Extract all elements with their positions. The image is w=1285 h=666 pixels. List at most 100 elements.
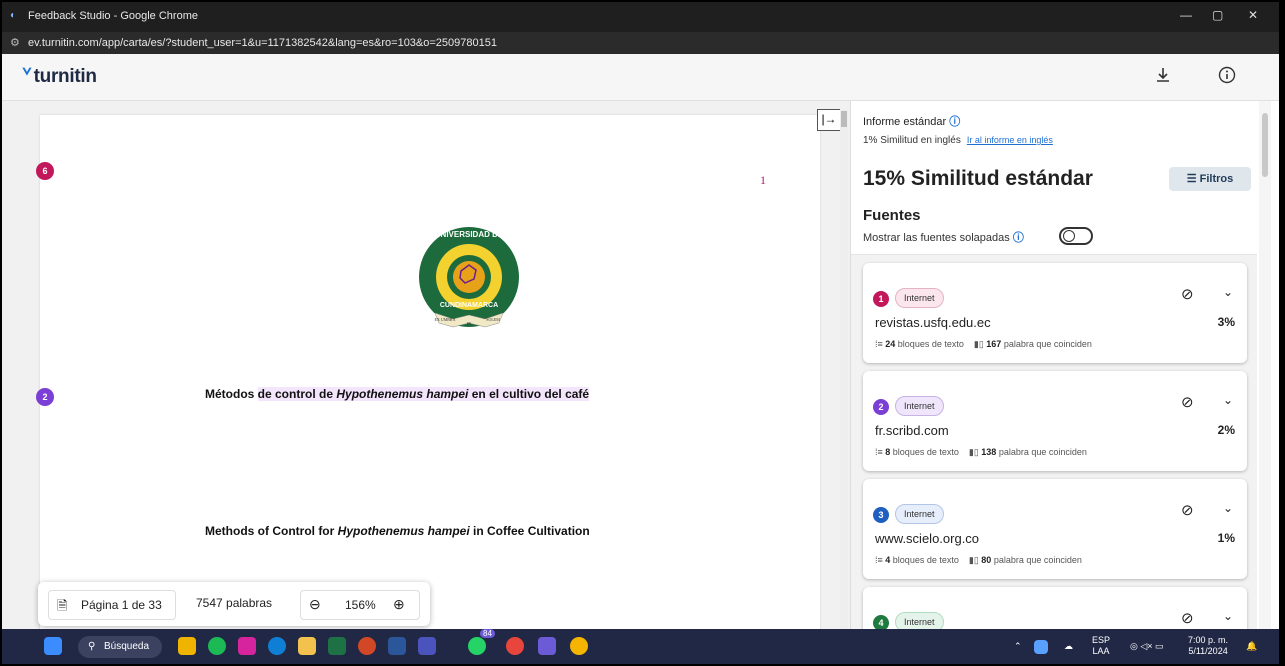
tray-overflow-icon[interactable]: ⌃ [1014, 641, 1022, 652]
exclude-source-icon[interactable]: ⊘ [1181, 501, 1194, 519]
chevron-down-icon[interactable]: ⌄ [1223, 609, 1233, 623]
page-number: 1 [760, 173, 766, 187]
source-meta: ⁞≡ 8 bloques de texto ▮▯ 138 palabra que… [875, 447, 1087, 457]
match-marker-6[interactable]: 6 [36, 162, 54, 180]
search-icon: ⚲ [88, 641, 96, 652]
logo-mark-icon: ᘁ [22, 66, 32, 87]
address-bar[interactable]: ⚙ ev.turnitin.com/app/carta/es/?student_… [2, 32, 1279, 54]
search-label: Búsqueda [104, 641, 150, 652]
filter-icon: ☰ [1186, 173, 1197, 185]
seal-top-text: UNIVERSIDAD DE [435, 230, 504, 239]
chevron-down-icon[interactable]: ⌄ [1223, 393, 1233, 407]
source-name[interactable]: revistas.usfq.edu.ec [875, 315, 991, 330]
collapse-panel-button[interactable]: |→ [817, 109, 841, 131]
powerpoint-icon[interactable] [358, 637, 376, 655]
file-explorer-widget-icon[interactable] [178, 637, 196, 655]
zoom-out-icon[interactable]: ⊖ [309, 596, 321, 613]
language-indicator[interactable]: ESP LAA [1092, 635, 1110, 657]
browser-title-bar: ◐ Feedback Studio - Google Chrome — ▢ ✕ [2, 2, 1279, 32]
onedrive-icon[interactable]: ☁ [1064, 641, 1073, 652]
page-navigation-button[interactable]: 🗎 Página 1 de 33 [48, 590, 176, 620]
chrome-active-icon[interactable] [570, 637, 588, 655]
exclude-source-icon[interactable]: ⊘ [1181, 609, 1194, 627]
source-percent: 2% [1217, 423, 1235, 437]
clock[interactable]: 7:00 p. m. 5/11/2024 [1188, 635, 1228, 657]
source-percent: 3% [1217, 315, 1235, 329]
zoom-in-icon[interactable]: ⊕ [393, 596, 405, 613]
page-icon: 🗎 [57, 598, 68, 613]
teams-app-icon[interactable] [538, 637, 556, 655]
teams-icon[interactable] [418, 637, 436, 655]
excel-icon[interactable] [328, 637, 346, 655]
info-icon[interactable] [1216, 66, 1238, 88]
report-title: Informe estándar ⓘ [863, 116, 961, 128]
university-seal-logo: UNIVERSIDAD DE CUNDINAMARCA EX UMBRA IN … [419, 227, 519, 328]
overlap-info-icon[interactable]: ⓘ [1013, 232, 1024, 244]
network-sound-battery-icon[interactable]: ◎ ◁× ▭ [1130, 641, 1164, 652]
exclude-source-icon[interactable]: ⊘ [1181, 285, 1194, 303]
spotify-icon[interactable] [208, 637, 226, 655]
report-info-icon[interactable]: ⓘ [949, 116, 960, 128]
word-count: 7547 palabras [196, 596, 273, 610]
sources-title: Fuentes [863, 207, 921, 224]
zoom-level: 156% [345, 598, 376, 612]
notification-badge: 84 [480, 629, 495, 638]
chevron-down-icon[interactable]: ⌄ [1223, 501, 1233, 515]
match-marker-2[interactable]: 2 [36, 388, 54, 406]
source-name[interactable]: www.scielo.org.co [875, 531, 979, 546]
site-info-icon[interactable]: ⚙ [10, 36, 20, 49]
windows-taskbar: ⚲ Búsqueda 84 ⌃ ☁ ESP LAA ◎ ◁× ▭ 7:00 p. … [2, 629, 1279, 664]
source-type-badge: Internet [895, 288, 944, 308]
panel-header: Informe estándar ⓘ 1% Similitud en inglé… [851, 101, 1257, 255]
similarity-score: 15% Similitud estándar [863, 167, 1093, 190]
restore-button[interactable]: ▢ [1212, 8, 1223, 22]
windows-start-icon[interactable] [44, 637, 62, 655]
source-type-badge: Internet [895, 504, 944, 524]
document-viewer: 1 UNIVERSIDAD DE CUNDINAMARCA EX UMBRA I… [2, 101, 850, 629]
filters-button[interactable]: ☰ Filtros [1169, 167, 1251, 191]
seal-motto-2: IN [467, 321, 471, 326]
folder-icon[interactable] [298, 637, 316, 655]
overlap-label: Mostrar las fuentes solapadas ⓘ [863, 232, 1024, 244]
source-card[interactable]: 1 Internet ⊘ ⌄ revistas.usfq.edu.ec 3% ⁞… [863, 263, 1247, 363]
page-toolbar: 🗎 Página 1 de 33 7547 palabras ⊖ 156% ⊕ [38, 582, 430, 626]
overlap-toggle[interactable] [1059, 227, 1093, 245]
download-icon[interactable] [1152, 66, 1174, 88]
edge-icon[interactable] [268, 637, 286, 655]
document-page: 1 UNIVERSIDAD DE CUNDINAMARCA EX UMBRA I… [40, 115, 820, 629]
instagram-icon[interactable] [238, 637, 256, 655]
tray-app-icon[interactable] [1034, 640, 1048, 654]
taskbar-search[interactable]: ⚲ Búsqueda [78, 636, 162, 658]
source-meta: ⁞≡ 24 bloques de texto ▮▯ 167 palabra qu… [875, 339, 1092, 349]
page-label: Página 1 de 33 [81, 598, 162, 612]
url-text[interactable]: ev.turnitin.com/app/carta/es/?student_us… [28, 37, 497, 49]
app-icon: ◐ [10, 10, 17, 21]
document-scrollbar[interactable] [840, 109, 848, 629]
similarity-highlight[interactable]: de control de Hypothenemus hampei en el … [257, 387, 590, 401]
seal-bottom-text: CUNDINAMARCA [440, 302, 498, 309]
screen: ◐ Feedback Studio - Google Chrome — ▢ ✕ … [0, 0, 1285, 666]
seal-motto-3: SOLEM [486, 317, 500, 322]
panel-scrollbar[interactable] [1259, 101, 1271, 629]
whatsapp-icon[interactable] [468, 637, 486, 655]
exclude-source-icon[interactable]: ⊘ [1181, 393, 1194, 411]
source-card[interactable]: 4 Internet ⊘ ⌄ [863, 587, 1247, 629]
chrome-icon[interactable] [506, 637, 524, 655]
notifications-bell-icon[interactable]: 🔔 [1246, 641, 1257, 652]
source-card[interactable]: 3 Internet ⊘ ⌄ www.scielo.org.co 1% ⁞≡ 4… [863, 479, 1247, 579]
source-number: 1 [873, 291, 889, 307]
document-title-es: Métodos de control de Hypothenemus hampe… [205, 387, 590, 401]
zoom-control: ⊖ 156% ⊕ [300, 590, 420, 620]
turnitin-logo[interactable]: ᘁ turnitin [22, 66, 97, 88]
word-icon[interactable] [388, 637, 406, 655]
toggle-knob [1063, 230, 1075, 242]
document-scroll-thumb[interactable] [841, 111, 847, 127]
panel-scroll-thumb[interactable] [1262, 113, 1268, 177]
source-card[interactable]: 2 Internet ⊘ ⌄ fr.scribd.com 2% ⁞≡ 8 blo… [863, 371, 1247, 471]
chevron-down-icon[interactable]: ⌄ [1223, 285, 1233, 299]
minimize-button[interactable]: — [1180, 8, 1192, 22]
english-similarity: 1% Similitud en inglés Ir al informe en i… [863, 135, 1053, 146]
source-name[interactable]: fr.scribd.com [875, 423, 949, 438]
english-report-link[interactable]: Ir al informe en inglés [967, 135, 1053, 145]
close-button[interactable]: ✕ [1248, 8, 1258, 22]
